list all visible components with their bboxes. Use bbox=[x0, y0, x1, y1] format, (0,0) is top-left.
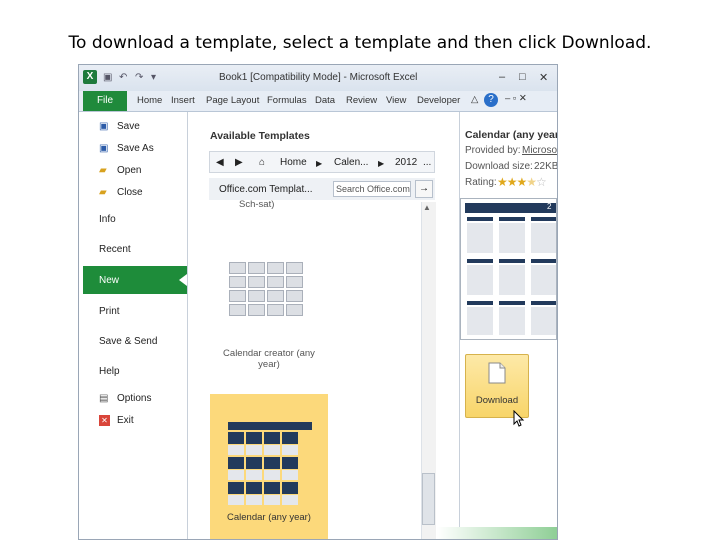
menu-info[interactable]: Info bbox=[99, 214, 116, 225]
chevron-right-icon: ▶ bbox=[378, 159, 385, 168]
forward-icon[interactable]: ▶ bbox=[235, 157, 243, 168]
menu-print[interactable]: Print bbox=[99, 306, 120, 317]
save-as-icon: ▣ bbox=[99, 143, 109, 154]
breadcrumb-more[interactable]: ... bbox=[423, 157, 431, 168]
redo-icon[interactable]: ↷ bbox=[135, 72, 143, 83]
minimize-button[interactable]: – bbox=[499, 71, 505, 83]
exit-icon: ✕ bbox=[99, 415, 110, 426]
breadcrumb-2012[interactable]: 2012 bbox=[395, 157, 417, 168]
download-label: Download bbox=[475, 395, 519, 406]
tab-home[interactable]: Home bbox=[137, 95, 162, 106]
tab-page-layout[interactable]: Page Layout bbox=[206, 95, 259, 106]
tab-data[interactable]: Data bbox=[315, 95, 335, 106]
back-icon[interactable]: ◀ bbox=[216, 157, 224, 168]
menu-options[interactable]: Options bbox=[117, 393, 151, 404]
template-caption-selected[interactable]: Calendar (any year) bbox=[210, 512, 328, 523]
menu-save-send[interactable]: Save & Send bbox=[99, 336, 157, 347]
breadcrumb-home[interactable]: Home bbox=[280, 157, 307, 168]
menu-open[interactable]: Open bbox=[117, 165, 141, 176]
home-icon[interactable]: ⌂ bbox=[259, 157, 265, 168]
menu-new[interactable]: New bbox=[99, 275, 119, 286]
provided-by-link[interactable]: Microso bbox=[522, 145, 557, 156]
restore-icon[interactable]: – ▫ ✕ bbox=[505, 93, 527, 104]
scroll-up-icon[interactable]: ▲ bbox=[423, 203, 431, 212]
slide-title: To download a template, select a templat… bbox=[68, 33, 652, 53]
status-gradient bbox=[437, 527, 557, 539]
tab-review[interactable]: Review bbox=[346, 95, 377, 106]
excel-window: X ▣ ↶ ↷ ▾ Book1 [Compatibility Mode] - M… bbox=[78, 64, 558, 540]
save-icon[interactable]: ▣ bbox=[103, 72, 112, 83]
menu-exit[interactable]: Exit bbox=[117, 415, 134, 426]
customize-quick-access-icon[interactable]: ▾ bbox=[151, 72, 156, 83]
tab-view[interactable]: View bbox=[386, 95, 406, 106]
tab-developer[interactable]: Developer bbox=[417, 95, 460, 106]
window-title: Book1 [Compatibility Mode] - Microsoft E… bbox=[219, 72, 418, 83]
search-office-input[interactable]: Search Office.com bbox=[333, 181, 411, 197]
download-size-label: Download size: bbox=[465, 161, 533, 172]
preview-year: 2 bbox=[547, 202, 552, 211]
save-icon: ▣ bbox=[99, 121, 109, 132]
ribbon-collapse-icon[interactable]: △ bbox=[471, 94, 478, 105]
menu-save[interactable]: Save bbox=[117, 121, 140, 132]
document-icon bbox=[488, 362, 506, 384]
options-icon: ▤ bbox=[99, 393, 109, 404]
menu-save-as[interactable]: Save As bbox=[117, 143, 154, 154]
open-folder-icon: ▰ bbox=[99, 165, 107, 176]
close-folder-icon: ▰ bbox=[99, 187, 107, 198]
search-go-icon[interactable]: → bbox=[415, 180, 433, 198]
breadcrumb-calendars[interactable]: Calen... bbox=[334, 157, 368, 168]
tab-file[interactable]: File bbox=[83, 91, 127, 111]
available-templates-heading: Available Templates bbox=[210, 130, 310, 142]
help-icon[interactable]: ? bbox=[484, 93, 498, 107]
tab-formulas[interactable]: Formulas bbox=[267, 95, 307, 106]
maximize-button[interactable]: □ bbox=[519, 71, 526, 83]
provided-by-label: Provided by: bbox=[465, 145, 521, 156]
office-templates-label: Office.com Templat... bbox=[219, 184, 313, 195]
rating-label: Rating: bbox=[465, 177, 497, 188]
menu-help[interactable]: Help bbox=[99, 366, 120, 377]
close-button[interactable]: ✕ bbox=[539, 71, 548, 84]
rating-stars-icon[interactable]: ★★★★☆ bbox=[497, 175, 547, 189]
menu-close[interactable]: Close bbox=[117, 187, 143, 198]
template-caption[interactable]: Calendar creator (any year) bbox=[217, 348, 321, 370]
template-thumbnail-calendar-creator[interactable] bbox=[227, 260, 309, 320]
tab-insert[interactable]: Insert bbox=[171, 95, 195, 106]
partial-template-caption: Sch-sat) bbox=[239, 199, 275, 210]
template-title: Calendar (any year bbox=[465, 129, 558, 141]
chevron-right-icon: ▶ bbox=[316, 159, 323, 168]
excel-icon[interactable]: X bbox=[83, 70, 97, 84]
selection-pointer-icon bbox=[179, 274, 187, 286]
menu-recent[interactable]: Recent bbox=[99, 244, 131, 255]
backstage-menu bbox=[79, 112, 188, 539]
download-button[interactable]: Download bbox=[465, 354, 529, 418]
scroll-thumb[interactable] bbox=[422, 473, 435, 525]
download-size-value: 22KB bbox=[534, 161, 558, 172]
undo-icon[interactable]: ↶ bbox=[119, 72, 127, 83]
mouse-cursor-icon bbox=[513, 410, 525, 427]
template-preview: 2 bbox=[460, 198, 557, 340]
